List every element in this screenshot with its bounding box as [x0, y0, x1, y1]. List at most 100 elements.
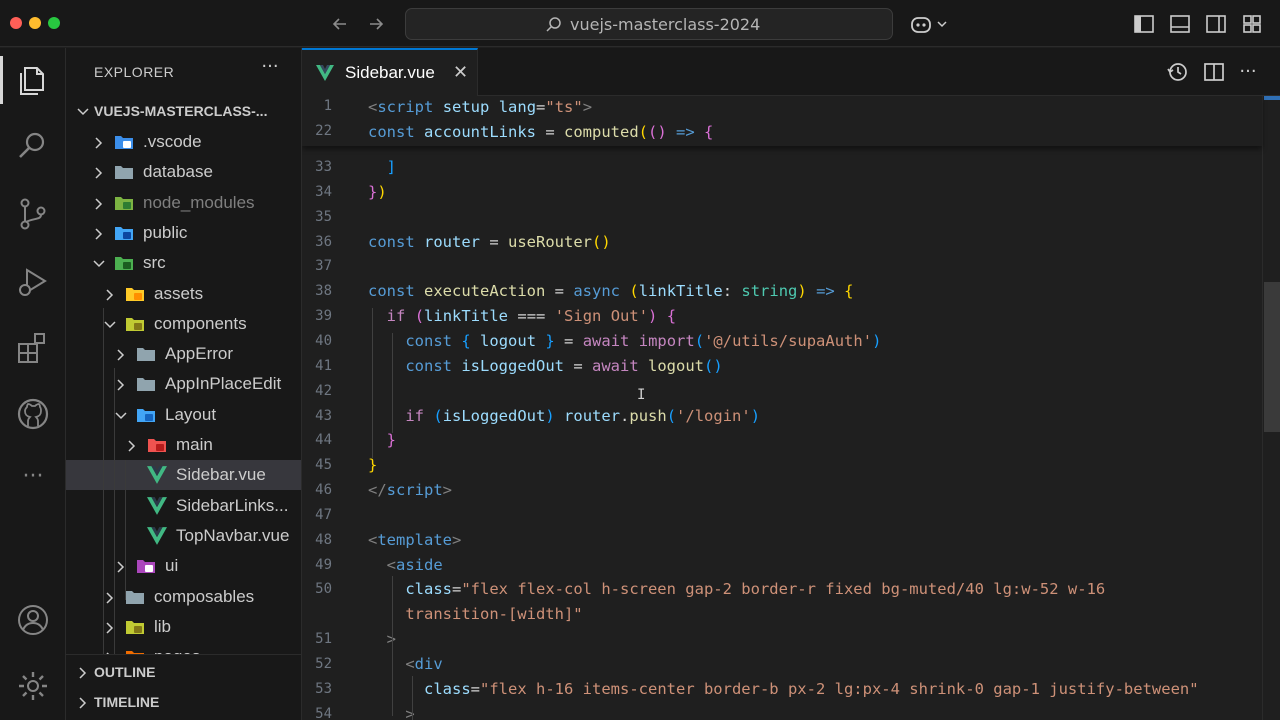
toggle-panel-icon[interactable]: [1169, 13, 1191, 35]
code-line[interactable]: const executeAction = async (linkTitle: …: [368, 282, 853, 300]
explorer-more-actions-button[interactable]: ···: [258, 56, 282, 77]
chevron-down-icon: [92, 256, 106, 270]
accounts-icon[interactable]: [13, 600, 53, 640]
line-number: 1: [323, 98, 332, 114]
chevron-right-icon: [114, 377, 128, 391]
code-line[interactable]: if (isLoggedOut) router.push('/login'): [368, 407, 760, 425]
sticky-code-line[interactable]: const accountLinks = computed(() => {: [368, 123, 713, 141]
code-line[interactable]: class="flex h-16 items-center border-b p…: [368, 680, 1199, 698]
code-line[interactable]: <aside: [368, 556, 443, 574]
tree-item-layout[interactable]: Layout: [66, 400, 301, 430]
tree-item-topnavbar-vue[interactable]: TopNavbar.vue: [66, 521, 301, 551]
github-icon[interactable]: [13, 394, 53, 434]
line-number: 52: [315, 656, 332, 672]
close-window-button[interactable]: [10, 17, 22, 29]
forward-arrow-icon[interactable]: [362, 10, 390, 38]
source-control-icon[interactable]: [13, 194, 53, 234]
command-center-search[interactable]: vuejs-masterclass-2024: [405, 8, 893, 40]
tree-item-label: AppError: [165, 344, 234, 364]
copilot-menu-button[interactable]: [910, 12, 954, 36]
tree-item-database[interactable]: database: [66, 157, 301, 187]
tree-item-lib[interactable]: lib: [66, 612, 301, 642]
tree-item-label: composables: [154, 586, 255, 606]
folder-icon: [114, 163, 134, 181]
tree-item-label: components: [154, 313, 247, 333]
minimize-window-button[interactable]: [29, 17, 41, 29]
tree-item-vscode[interactable]: .vscode: [66, 127, 301, 157]
project-root-header[interactable]: VUEJS-MASTERCLASS-...: [66, 97, 301, 127]
code-line[interactable]: }): [368, 183, 387, 201]
line-number: 54: [315, 705, 332, 720]
mouse-cursor-ibeam: I: [637, 387, 646, 403]
assets-folder-icon: [125, 285, 145, 303]
tree-item-node-modules[interactable]: node_modules: [66, 188, 301, 218]
code-line[interactable]: </script>: [368, 481, 452, 499]
tree-item-composables[interactable]: composables: [66, 582, 301, 612]
toggle-primary-sidebar-icon[interactable]: [1133, 13, 1155, 35]
code-indent-guide: [412, 676, 413, 720]
search-icon[interactable]: [13, 126, 53, 166]
scrollbar-thumb[interactable]: [1264, 282, 1280, 432]
manage-gear-icon[interactable]: [13, 666, 53, 706]
line-number: 42: [315, 382, 332, 399]
vue-file-icon: [147, 466, 167, 485]
sticky-scroll-header[interactable]: 1 <script setup lang="ts"> 22 const account…: [302, 96, 1262, 146]
explorer-files-icon[interactable]: [13, 60, 53, 100]
close-tab-button[interactable]: ✕: [453, 62, 468, 83]
line-number: 53: [315, 680, 332, 697]
chevron-right-icon: [92, 165, 106, 179]
tree-item-components[interactable]: components: [66, 309, 301, 339]
src-folder-icon: [114, 254, 134, 272]
tree-item-assets[interactable]: assets: [66, 279, 301, 309]
code-line[interactable]: class="flex flex-col h-screen gap-2 bord…: [368, 580, 1105, 598]
chevron-right-icon: [92, 196, 106, 210]
code-line[interactable]: <template>: [368, 531, 461, 549]
back-arrow-icon[interactable]: [326, 10, 354, 38]
run-and-debug-icon[interactable]: [13, 262, 53, 302]
extensions-icon[interactable]: [13, 328, 53, 368]
timeline-section-header[interactable]: TIMELINE: [66, 688, 301, 718]
code-line[interactable]: const router = useRouter(): [368, 233, 611, 251]
tree-item-label: assets: [154, 283, 204, 303]
tree-item-ui[interactable]: ui: [66, 551, 301, 581]
vue-file-icon: [147, 496, 167, 515]
tree-item-src[interactable]: src: [66, 248, 301, 278]
toggle-secondary-sidebar-icon[interactable]: [1205, 13, 1227, 35]
editor-more-actions-button[interactable]: ···: [1236, 60, 1260, 84]
code-line[interactable]: <div: [368, 655, 442, 673]
code-line[interactable]: }: [368, 456, 377, 474]
split-editor-icon[interactable]: [1202, 60, 1226, 84]
line-number: 38: [315, 283, 332, 300]
folder-icon: [136, 375, 156, 393]
code-line[interactable]: if (linkTitle === 'Sign Out') {: [368, 307, 676, 325]
more-views-icon[interactable]: ···: [13, 460, 53, 500]
outline-section-header[interactable]: OUTLINE: [66, 658, 301, 688]
maximize-window-button[interactable]: [48, 17, 60, 29]
tab-sidebar-vue[interactable]: Sidebar.vue ✕: [302, 48, 478, 96]
tree-item-label: Sidebar.vue: [176, 465, 266, 485]
code-editor[interactable]: 1 <script setup lang="ts"> 22 const account…: [302, 96, 1280, 720]
tree-item-sidebarlinks[interactable]: SidebarLinks...: [66, 491, 301, 521]
home-folder-icon: [147, 436, 167, 454]
line-number: 36: [315, 233, 332, 250]
lib-folder-icon: [125, 618, 145, 636]
outline-label: OUTLINE: [94, 664, 156, 680]
code-line[interactable]: transition-[width]": [368, 605, 582, 623]
tree-item-appinplaceedit[interactable]: AppInPlaceEdit: [66, 369, 301, 399]
scrollbar-marker: [1264, 96, 1280, 100]
code-line[interactable]: ]: [368, 158, 396, 176]
line-number: 44: [315, 432, 332, 449]
customize-layout-icon[interactable]: [1241, 13, 1263, 35]
chevron-down-icon: [114, 408, 128, 422]
code-line[interactable]: const { logout } = await import('@/utils…: [368, 332, 881, 350]
tree-item-label: public: [143, 222, 188, 242]
editor-scrollbar[interactable]: [1262, 96, 1280, 720]
tree-item-sidebar-vue[interactable]: Sidebar.vue: [66, 460, 301, 491]
chevron-right-icon: [125, 438, 139, 452]
code-line[interactable]: const isLoggedOut = await logout(): [368, 357, 722, 375]
timeline-history-icon[interactable]: [1166, 60, 1190, 84]
tree-item-main[interactable]: main: [66, 430, 301, 460]
tree-item-public[interactable]: public: [66, 218, 301, 248]
tree-item-apperror[interactable]: AppError: [66, 339, 301, 369]
sticky-code-line[interactable]: <script setup lang="ts">: [368, 98, 592, 116]
